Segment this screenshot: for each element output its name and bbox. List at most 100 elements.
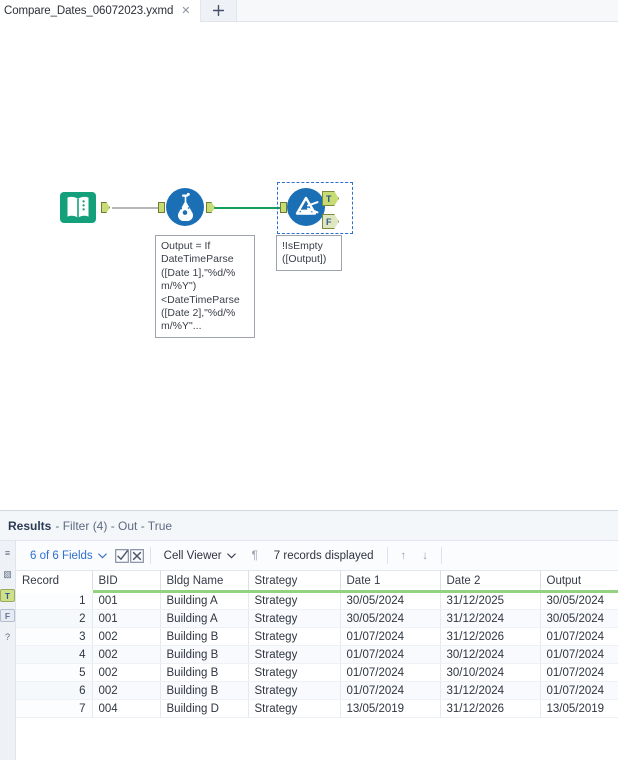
text-input-output-anchor[interactable]	[101, 202, 110, 213]
annotation-line: ([Date 1],"%d/%	[161, 266, 236, 279]
table-row[interactable]: 3 002 Building B Strategy 01/07/2024 31/…	[16, 627, 618, 646]
table-row[interactable]: 4 002 Building B Strategy 01/07/2024 30/…	[16, 645, 618, 664]
cell-date-2: 31/12/2026	[440, 699, 541, 718]
scroll-down-icon[interactable]: ↓	[414, 550, 436, 562]
cell-record: 2	[16, 609, 93, 628]
results-table: Record BID Bldg Name Strategy Date 1 Dat…	[16, 571, 618, 718]
annotation-line: ([Output])	[282, 253, 327, 266]
results-pane: Results - Filter (4) - Out - True ≡ ▧ T …	[0, 510, 618, 760]
toolbar-divider	[441, 547, 443, 564]
checked-box-icon	[115, 548, 130, 563]
cell-strategy: Strategy	[248, 645, 341, 664]
plus-icon	[212, 4, 224, 17]
cell-bldg-name: Building B	[160, 645, 249, 664]
cell-bldg-name: Building B	[160, 663, 249, 682]
rail-output-true[interactable]: T	[0, 589, 15, 602]
column-header-output[interactable]: Output	[540, 571, 618, 593]
viewer-mode-label: Cell Viewer	[163, 549, 222, 562]
cell-record: 4	[16, 645, 93, 664]
cell-output: 01/07/2024	[540, 663, 618, 682]
results-toolbar: 6 of 6 Fields Cell Viewer ¶ 7 records di…	[16, 541, 618, 571]
column-header-bid[interactable]: BID	[92, 571, 161, 593]
cell-strategy: Strategy	[248, 699, 341, 718]
cell-date-1: 30/05/2024	[340, 609, 441, 628]
cell-bid: 002	[92, 627, 161, 646]
text-input-tool[interactable]	[58, 188, 98, 233]
column-header-date-2[interactable]: Date 2	[440, 571, 541, 593]
deselect-all-fields-icon[interactable]	[130, 548, 145, 563]
results-table-wrapper[interactable]: Record BID Bldg Name Strategy Date 1 Dat…	[16, 571, 618, 718]
pilcrow-icon[interactable]: ¶	[244, 550, 266, 562]
rail-output-false[interactable]: F	[0, 609, 15, 622]
cell-bid: 001	[92, 591, 161, 610]
cell-output: 01/07/2024	[540, 627, 618, 646]
cell-strategy: Strategy	[248, 609, 341, 628]
table-row[interactable]: 5 002 Building B Strategy 01/07/2024 30/…	[16, 663, 618, 682]
cell-bldg-name: Building A	[160, 591, 249, 610]
cell-bldg-name: Building B	[160, 627, 249, 646]
connection-input-to-formula[interactable]	[112, 207, 164, 209]
workflow-canvas[interactable]: T F Output = If DateTimeParse ([Date 1],…	[0, 22, 618, 510]
formula-input-anchor[interactable]	[158, 202, 165, 213]
cell-date-2: 30/10/2024	[440, 663, 541, 682]
column-header-record[interactable]: Record	[16, 571, 93, 593]
cell-strategy: Strategy	[248, 663, 341, 682]
table-row[interactable]: 1 001 Building A Strategy 30/05/2024 31/…	[16, 591, 618, 610]
filter-annotation[interactable]: !IsEmpty ([Output])	[276, 235, 342, 271]
alteryx-designer-window: Compare_Dates_06072023.yxmd ✕ T F Output…	[0, 0, 618, 760]
tab-bar-empty-area	[236, 0, 618, 21]
cell-record: 5	[16, 663, 93, 682]
cell-strategy: Strategy	[248, 681, 341, 700]
viewer-mode-selector[interactable]: Cell Viewer	[156, 550, 244, 562]
book-icon	[60, 192, 96, 223]
tab-title: Compare_Dates_06072023.yxmd	[4, 5, 174, 17]
close-icon[interactable]: ✕	[180, 5, 191, 17]
column-header-strategy[interactable]: Strategy	[248, 571, 341, 593]
cell-output: 01/07/2024	[540, 645, 618, 664]
cell-output: 01/07/2024	[540, 681, 618, 700]
fields-list-icon[interactable]: ≡	[0, 545, 15, 560]
records-displayed-label: 7 records displayed	[273, 549, 374, 562]
connection-formula-to-filter[interactable]	[208, 207, 284, 209]
table-row[interactable]: 2 001 Building A Strategy 30/05/2024 31/…	[16, 609, 618, 628]
new-tab-button[interactable]	[200, 0, 237, 21]
column-header-bldg-name[interactable]: Bldg Name	[160, 571, 249, 593]
cell-date-1: 01/07/2024	[340, 681, 441, 700]
cell-strategy: Strategy	[248, 627, 341, 646]
column-header-date-1[interactable]: Date 1	[340, 571, 441, 593]
cell-date-1: 01/07/2024	[340, 645, 441, 664]
chevron-down-icon	[97, 552, 107, 559]
fields-selector[interactable]: 6 of 6 Fields	[22, 550, 115, 562]
cell-record: 6	[16, 681, 93, 700]
formula-tool[interactable]	[165, 187, 205, 232]
cell-bid: 004	[92, 699, 161, 718]
table-row[interactable]: 6 002 Building B Strategy 01/07/2024 31/…	[16, 681, 618, 700]
cell-date-2: 31/12/2024	[440, 681, 541, 700]
cell-output: 13/05/2019	[540, 699, 618, 718]
results-side-rail: ≡ ▧ T F ?	[0, 541, 16, 760]
cell-bid: 002	[92, 681, 161, 700]
workflow-tab-active[interactable]: Compare_Dates_06072023.yxmd ✕	[0, 0, 201, 22]
cell-strategy: Strategy	[248, 591, 341, 610]
chevron-down-icon	[226, 552, 236, 559]
formula-annotation[interactable]: Output = If DateTimeParse ([Date 1],"%d/…	[155, 235, 255, 338]
x-box-icon	[130, 548, 145, 563]
filter-tool[interactable]	[286, 187, 326, 232]
cell-date-2: 31/12/2024	[440, 609, 541, 628]
results-content: 6 of 6 Fields Cell Viewer ¶ 7 records di…	[16, 541, 618, 760]
scroll-up-icon[interactable]: ↑	[393, 550, 415, 562]
annotation-line: Output = If	[161, 240, 211, 252]
select-all-fields-icon[interactable]	[115, 548, 130, 563]
cell-output: 30/05/2024	[540, 609, 618, 628]
cell-date-2: 31/12/2026	[440, 627, 541, 646]
panel-layout-icon[interactable]: ▧	[0, 567, 15, 582]
cell-date-1: 01/07/2024	[340, 627, 441, 646]
cell-date-2: 30/12/2024	[440, 645, 541, 664]
annotation-line: m/%Y"...	[161, 320, 202, 333]
help-icon[interactable]: ?	[0, 629, 15, 644]
annotation-line: DateTimeParse	[161, 253, 234, 266]
table-header: Record BID Bldg Name Strategy Date 1 Dat…	[16, 571, 618, 593]
formula-output-anchor[interactable]	[206, 202, 215, 213]
table-row[interactable]: 7 004 Building D Strategy 13/05/2019 31/…	[16, 699, 618, 718]
cell-date-1: 13/05/2019	[340, 699, 441, 718]
